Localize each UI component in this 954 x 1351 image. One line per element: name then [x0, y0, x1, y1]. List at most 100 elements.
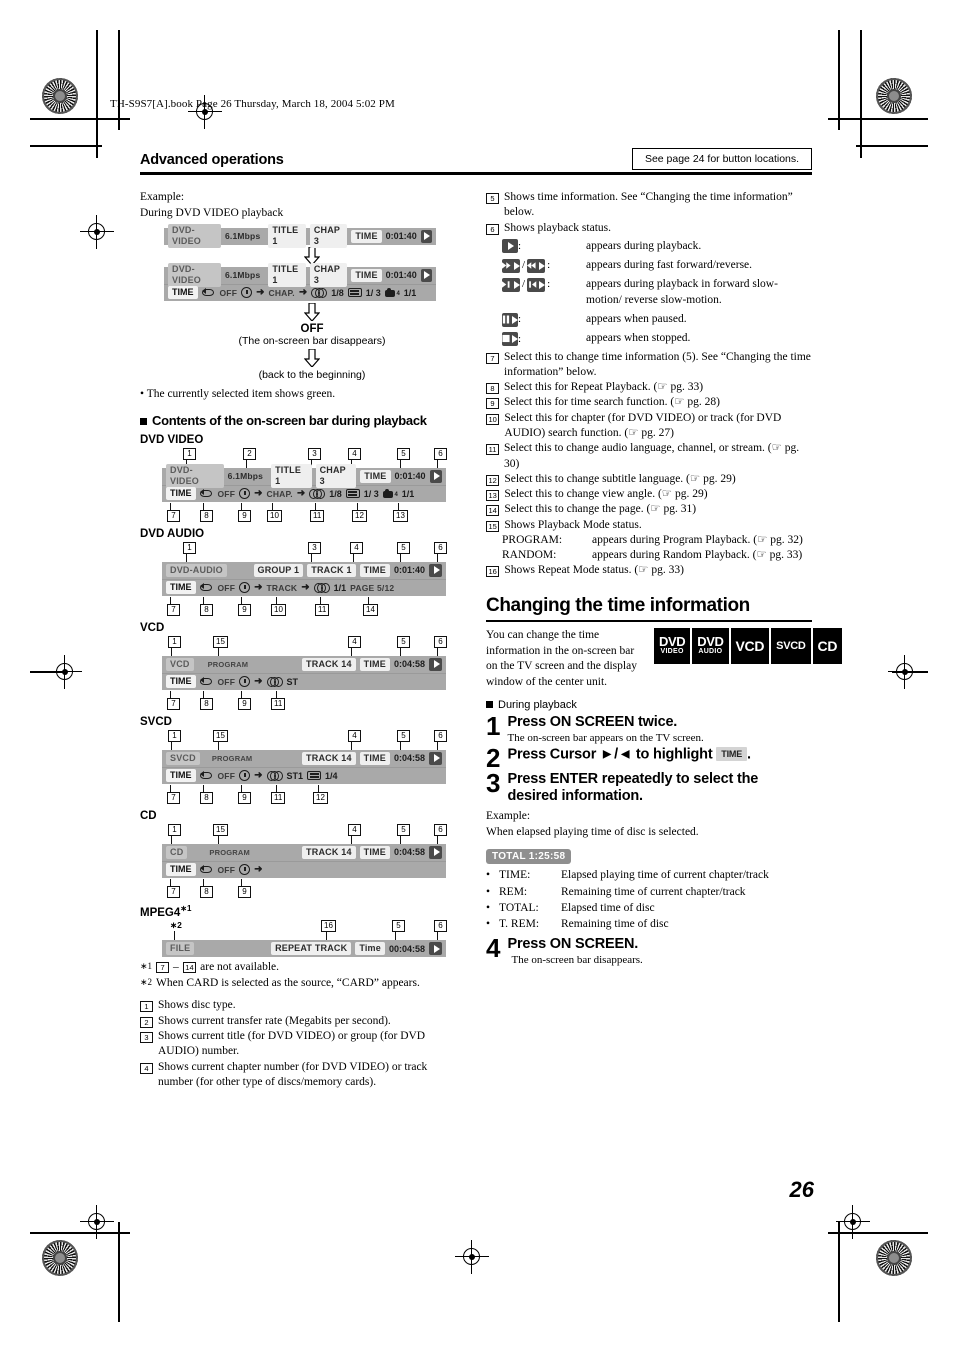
- green-item-bullet: • The currently selected item shows gree…: [140, 387, 336, 400]
- osd-time-value: 0:04:58: [393, 659, 425, 670]
- during-playback-heading: During playback: [486, 699, 812, 711]
- osd-subtitle-value: 1/4: [325, 770, 338, 781]
- page-number: 26: [789, 1177, 814, 1202]
- callout-5: 5: [397, 729, 410, 742]
- osd-repeat-value: OFF: [217, 488, 236, 499]
- definition-term: REM:: [499, 885, 528, 898]
- callout-5: 5: [392, 920, 405, 933]
- list-item-number: 1: [140, 1001, 153, 1013]
- definition-desc: Elapsed playing time of current chapter/…: [561, 869, 769, 882]
- badge-line1: SVCD: [776, 639, 806, 652]
- status-row: : appears during playback.: [502, 239, 812, 254]
- off-state-label: OFF: [140, 323, 460, 335]
- definition-term: TIME:: [499, 869, 531, 882]
- flow-arrow-1: [140, 246, 460, 265]
- list-item-text: Select this to change view angle. (☞ pg.…: [504, 488, 708, 501]
- step-4-title: Press ON SCREEN.: [507, 935, 639, 952]
- callout-leader: [400, 834, 401, 844]
- list-item: 13 Select this to change view angle. (☞ …: [486, 487, 812, 502]
- arrow-down-icon: [304, 246, 320, 265]
- step-2-title: Press Cursor ►/◄ to highlight TIME.: [507, 746, 812, 763]
- during-playback-label: During playback: [498, 699, 577, 712]
- osd-bitrate: 6.1Mbps: [224, 270, 261, 281]
- badge-vcd: VCD: [730, 627, 770, 664]
- list-item-text: Shows disc type.: [158, 999, 236, 1012]
- osd-chapter-field: CHAP 3: [315, 464, 357, 489]
- play-icon: [429, 657, 442, 671]
- definition-row: • REM: Remaining time of current chapter/t…: [486, 884, 812, 900]
- audio-icon: [311, 287, 328, 298]
- list-item: 15 Shows Playback Mode status.: [486, 518, 812, 533]
- callout-leader: [437, 931, 438, 941]
- rewind-icon: [527, 258, 546, 273]
- angle-icon: 4: [384, 287, 400, 298]
- footnote-1: ∗1 7 – 14 are not available.: [140, 960, 460, 976]
- slow-reverse-icon: [527, 277, 546, 292]
- list-item-text: Shows current chapter number (for DVD VI…: [158, 1060, 428, 1088]
- callout-15: 15: [213, 635, 228, 648]
- play-icon: [429, 845, 442, 859]
- registration-mark-bc: [455, 1240, 489, 1274]
- callout-9: 9: [238, 791, 251, 804]
- crop-line-tl-h: [30, 118, 130, 120]
- list-item-number: 15: [486, 520, 500, 532]
- callout-leader: [395, 931, 396, 941]
- repeat-icon: [199, 676, 214, 687]
- callout-leader: [437, 458, 438, 468]
- callout-5: 5: [397, 447, 410, 460]
- callout-7: 7: [167, 791, 180, 804]
- osd-time-value: 0:01:40: [385, 231, 417, 242]
- osd-time-value: 00:04:58: [388, 943, 425, 954]
- audio-icon: [266, 676, 283, 687]
- angle-icon: 4: [382, 488, 398, 499]
- callout-6: 6: [434, 823, 447, 836]
- callout-leader: [437, 552, 438, 562]
- status-row-text: appears during playback in forward slow-…: [586, 278, 778, 306]
- callout-7: 7: [167, 697, 180, 710]
- osd-track-field: TRACK 1: [307, 563, 356, 577]
- footnote-1-text: are not available.: [200, 961, 280, 974]
- osd-audio-value: 1/8: [331, 287, 344, 298]
- clock-icon: [239, 582, 251, 594]
- callout-leader: [437, 646, 438, 656]
- footnote-1-dash: –: [173, 961, 179, 974]
- repeat-icon: [199, 864, 214, 875]
- badge-line1: VCD: [735, 637, 765, 654]
- osd-playback-mode: PROGRAM: [209, 847, 250, 857]
- osd-audio-value: 1/1: [333, 582, 347, 593]
- arrow-right-icon: ➜: [301, 581, 310, 593]
- list-item-number: 3: [140, 1032, 153, 1043]
- callout-leader: [400, 740, 401, 750]
- list-item: 10 Select this for chapter (for DVD VIDE…: [486, 411, 812, 442]
- list-item-text: Select this to change time information (…: [504, 350, 811, 378]
- osd-repeat-value: OFF: [219, 287, 238, 298]
- osd-time-value: 0:01:40: [385, 270, 417, 281]
- arrow-right-icon: ➜: [256, 286, 265, 298]
- osd-time-value: 0:04:58: [393, 847, 425, 858]
- osd-track-field: TRACK 14: [302, 845, 356, 859]
- definition-term: T. REM:: [499, 918, 540, 931]
- manual-page: TH-S9S7[A].book Page 26 Thursday, March …: [0, 0, 954, 1351]
- list-item-text: Shows playback status.: [504, 221, 612, 234]
- list-item-text: Select this for chapter (for DVD VIDEO) …: [504, 411, 782, 439]
- print-rosette-bottom-right: [876, 1240, 912, 1276]
- definition-desc: Elapsed time of disc: [561, 901, 655, 914]
- rewind-glyph: [527, 262, 536, 269]
- square-bullet-icon: [140, 417, 147, 425]
- footnote-ref-box-14: 14: [182, 962, 197, 974]
- status-row: / : appears during playback in forward s…: [502, 277, 812, 308]
- callout-1: 1: [168, 729, 181, 742]
- osd-angle-value: 1/1: [401, 488, 415, 499]
- flow-arrow-2: [140, 302, 460, 321]
- list-item: 12 Select this to change subtitle langua…: [486, 472, 812, 487]
- osd-repeat-value: OFF: [217, 770, 236, 781]
- osd-bar-vcd: VCD PROGRAM TRACK 14 TIME 0:04:58 TIME O…: [162, 655, 446, 690]
- diagram-dvd-audio: 1 3 4 5 6 DVD-AUDIO GROUP 1 TRACK 1 TIME…: [140, 541, 460, 616]
- callout-4: 4: [348, 823, 361, 836]
- step-2: 2 Press Cursor ►/◄ to highlight TIME.: [486, 745, 812, 771]
- audio-icon: [313, 582, 330, 593]
- callout-15: 15: [213, 729, 228, 742]
- osd-track-search: TRACK: [266, 582, 298, 593]
- list-item-number: 5: [486, 193, 499, 204]
- slow-forward-glyph: [502, 281, 510, 288]
